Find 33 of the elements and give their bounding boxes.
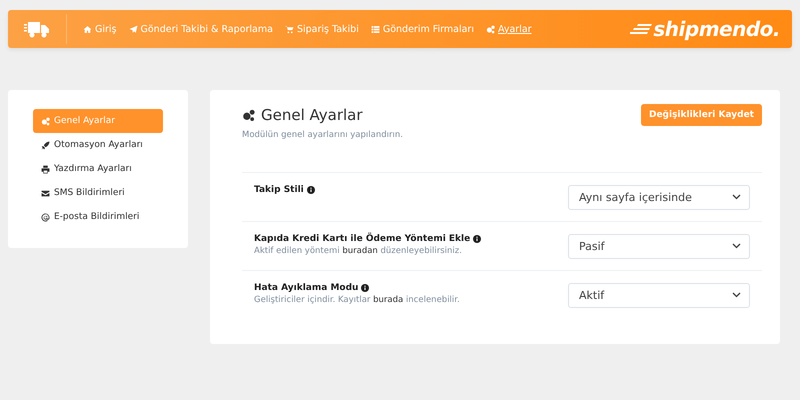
sidebar-item[interactable]: SMS Bildirimleri <box>33 181 163 205</box>
info-icon <box>473 235 482 243</box>
select-field[interactable]: Pasif <box>568 234 750 258</box>
cart-icon <box>284 24 294 34</box>
logo-text: shipmendo. <box>653 17 780 41</box>
rocket-icon <box>41 140 50 150</box>
setting-description: Aktif edilen yöntemi buradan düzenleyebilirsiniz. <box>254 246 463 256</box>
setting-label: Kapıda Kredi Kartı ile Ödeme Yöntemi Ekle <box>254 234 470 244</box>
setting-label: Takip Stili <box>254 185 304 195</box>
info-icon <box>361 284 370 292</box>
truck-icon <box>24 20 50 38</box>
select-field[interactable]: Aktif <box>568 282 750 308</box>
setting-label: Hata Ayıklama Modu <box>254 283 358 293</box>
sidebar-item[interactable]: Otomasyon Ayarları <box>33 133 163 157</box>
sidebar-item[interactable]: E-posta Bildirimleri <box>33 205 163 229</box>
paper-plane-icon <box>128 24 138 34</box>
setting-description: Geliştiriciler içindir. Kayıtlar burada incelenebilir. <box>254 295 460 305</box>
panel-title: Genel Ayarlar <box>261 106 363 124</box>
link[interactable]: burada <box>373 295 404 305</box>
list-icon <box>370 24 380 34</box>
panel-subtitle: Modülün genel ayarlarını yapılandırın. <box>242 130 403 140</box>
envelope-icon <box>41 188 50 198</box>
chevron-down-icon <box>732 243 741 249</box>
at-sign-icon <box>41 212 50 222</box>
speed-lines-icon <box>630 23 652 35</box>
home-icon <box>83 24 92 34</box>
printer-icon <box>41 164 50 174</box>
sidebar-item[interactable]: Yazdırma Ayarları <box>33 157 163 181</box>
select-field[interactable]: Aynı sayfa içerisinde <box>568 184 750 210</box>
link[interactable]: buradan <box>342 246 378 256</box>
info-icon <box>306 186 315 194</box>
chevron-down-icon <box>732 194 741 200</box>
chevron-down-icon <box>732 292 741 298</box>
